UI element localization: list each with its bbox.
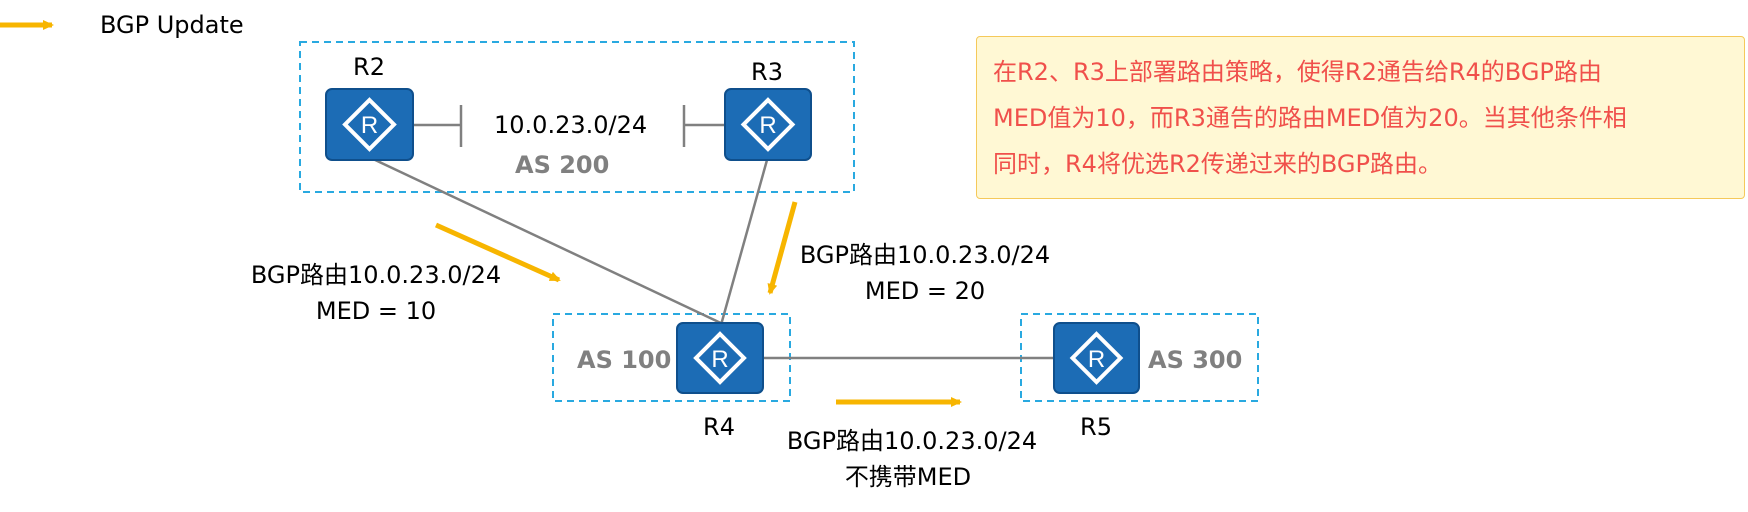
router-r3: R (724, 88, 812, 161)
svg-text:R: R (711, 346, 728, 373)
svg-text:R: R (1088, 346, 1105, 373)
note-line: 同时，R4将优选R2传递过来的BGP路由。 (993, 150, 1443, 178)
update-r4-r5-line1: BGP路由10.0.23.0/24 (787, 427, 1037, 455)
as200-label: AS 200 (515, 151, 609, 179)
router-r4-label: R4 (703, 413, 735, 441)
router-r2-label: R2 (353, 53, 385, 81)
links (370, 105, 1054, 360)
as100-label: AS 100 (577, 346, 671, 374)
svg-text:R: R (759, 112, 776, 139)
router-r5: R (1053, 322, 1140, 394)
update-r2-r4-line1: BGP路由10.0.23.0/24 (251, 261, 501, 289)
router-r5-label: R5 (1080, 413, 1112, 441)
legend-label: BGP Update (100, 11, 244, 39)
update-r2-r4-line2: MED = 10 (316, 297, 436, 325)
legend: BGP Update (0, 11, 244, 39)
update-r4-r5-line2: 不携带MED (845, 463, 971, 491)
note-line: MED值为10，而R3通告的路由MED值为20。当其他条件相 (993, 104, 1627, 132)
note-box: 在R2、R3上部署路由策略，使得R2通告给R4的BGP路由 MED值为10，而R… (976, 36, 1745, 199)
update-arrow-r3-r4 (767, 201, 798, 295)
update-r3-r4-line2: MED = 20 (865, 277, 985, 305)
router-r3-label: R3 (751, 58, 783, 86)
as300-label: AS 300 (1148, 346, 1242, 374)
note-line: 在R2、R3上部署路由策略，使得R2通告给R4的BGP路由 (993, 58, 1602, 86)
svg-text:R: R (361, 112, 378, 139)
update-r3-r4-line1: BGP路由10.0.23.0/24 (800, 241, 1050, 269)
network-label: 10.0.23.0/24 (494, 111, 647, 139)
router-r2: R (325, 88, 414, 161)
link-r3-r4 (719, 159, 769, 326)
router-r4: R (676, 322, 764, 394)
